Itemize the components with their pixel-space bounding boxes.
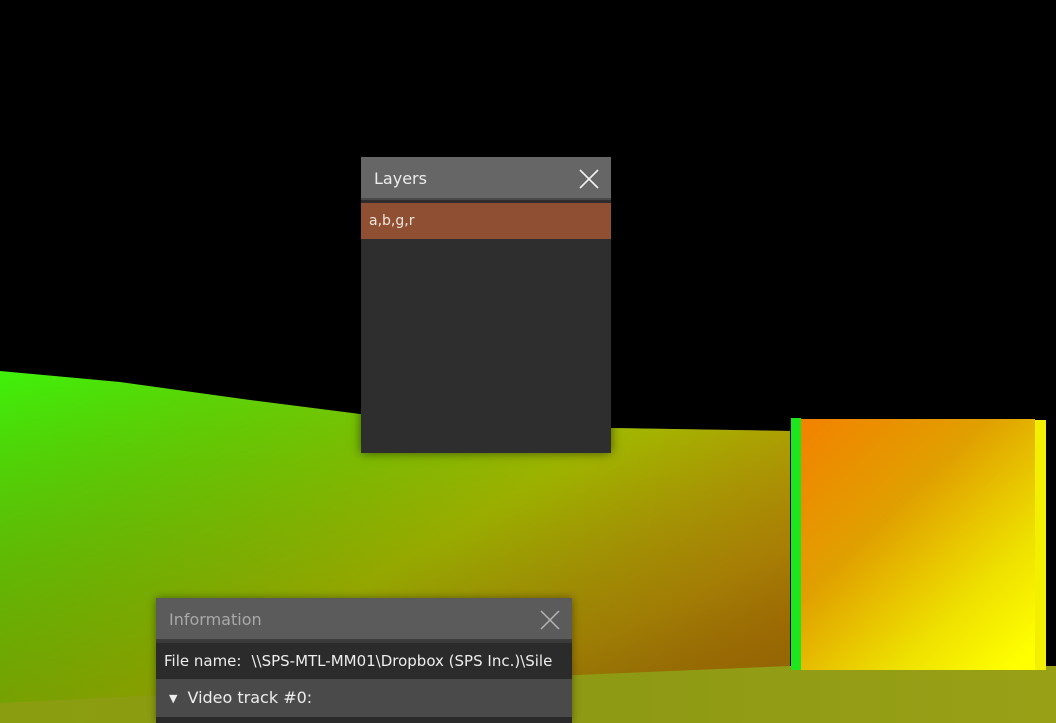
panel-title: Layers — [374, 169, 427, 188]
box-face — [801, 419, 1035, 670]
video-track-toggle[interactable]: ▼ Video track #0: — [156, 679, 572, 717]
layer-item-label: a,b,g,r — [369, 213, 415, 229]
box-edge-right — [1035, 420, 1046, 670]
close-icon[interactable] — [577, 167, 601, 191]
file-name-row: File name: \\SPS-MTL-MM01\Dropbox (SPS In… — [156, 643, 572, 679]
box-edge-left — [791, 418, 801, 670]
triangle-down-icon[interactable]: ▼ — [169, 680, 177, 717]
close-icon[interactable] — [538, 608, 562, 632]
information-panel-header[interactable]: Information — [156, 598, 572, 641]
panel-title: Information — [169, 610, 262, 629]
render-viewport[interactable]: Layers a,b,g,r Information File name: \\… — [0, 0, 1056, 723]
information-panel: Information File name: \\SPS-MTL-MM01\Dro… — [156, 598, 572, 723]
layer-item[interactable]: a,b,g,r — [361, 203, 611, 239]
layers-panel: Layers a,b,g,r — [361, 157, 611, 453]
file-name-value: \\SPS-MTL-MM01\Dropbox (SPS Inc.)\Sile — [251, 652, 553, 670]
information-panel-content — [156, 717, 572, 723]
video-track-label: Video track #0: — [187, 688, 313, 707]
layers-panel-header[interactable]: Layers — [361, 157, 611, 200]
file-name-label: File name: — [164, 652, 242, 670]
